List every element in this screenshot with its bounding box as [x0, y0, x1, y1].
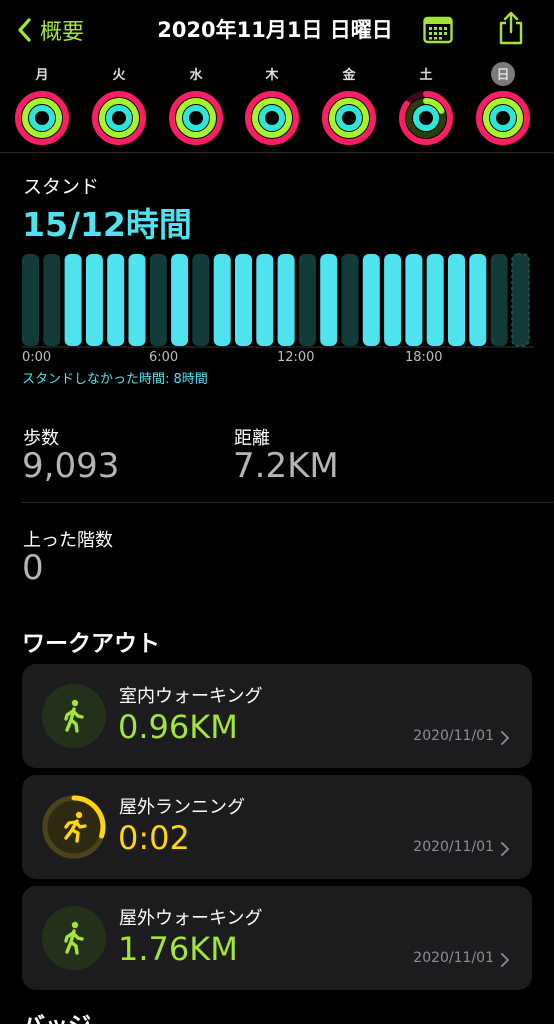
walking-icon: [42, 906, 106, 970]
stand-bar-hour-21: [469, 254, 487, 346]
activity-rings-icon: [245, 91, 299, 145]
stand-bar-hour-2: [64, 254, 82, 346]
day-5[interactable]: 土: [391, 60, 461, 152]
workout-value: 1.76KM: [118, 930, 238, 968]
day-label: 日: [496, 68, 510, 83]
stand-bar-hour-19: [426, 254, 444, 346]
stand-bar-hour-9: [213, 254, 231, 346]
axis-label-6: 6:00: [149, 350, 179, 365]
workout-name: 屋外ランニング: [119, 797, 245, 818]
axis-label-18: 18:00: [405, 350, 443, 365]
stand-bar-hour-14: [320, 254, 338, 346]
day-6[interactable]: 日: [468, 60, 538, 152]
workout-value: 0.96KM: [118, 708, 238, 746]
divider: [0, 152, 554, 153]
page-title: 2020年11月1日 日曜日: [157, 18, 393, 42]
stand-bar-hour-23-fill: [512, 254, 529, 346]
chevron-left-icon: [18, 18, 31, 42]
activity-rings-icon: [322, 91, 376, 145]
walking-icon: [42, 684, 106, 748]
workout-card[interactable]: 屋外ランニング 0:02 2020/11/01: [22, 775, 532, 879]
stand-bar-hour-0: [22, 254, 39, 346]
workout-name: 屋外ウォーキング: [119, 908, 263, 929]
activity-rings-icon: [399, 91, 453, 145]
steps-value: 9,093: [22, 446, 120, 486]
day-label: 金: [342, 68, 356, 83]
stand-bar-hour-5: [128, 254, 146, 346]
stand-bar-hour-12: [277, 254, 295, 346]
workout-date: 2020/11/01: [413, 950, 494, 966]
day-label: 月: [35, 68, 49, 83]
workouts-title: ワークアウト: [22, 631, 160, 657]
stand-bar-hour-11: [256, 254, 274, 346]
stand-bar-hour-6: [149, 254, 167, 346]
stand-bar-hour-4: [107, 254, 125, 346]
workout-value: 0:02: [118, 819, 190, 857]
activity-rings-icon: [92, 91, 146, 145]
day-1[interactable]: 火: [84, 60, 154, 152]
workout-name: 室内ウォーキング: [119, 686, 263, 707]
stand-bar-hour-22-fill: [490, 254, 508, 346]
floors-value: 0: [22, 548, 44, 588]
back-label: 概要: [40, 20, 85, 45]
workout-date: 2020/11/01: [413, 839, 494, 855]
activity-rings-icon: [169, 91, 223, 145]
share-icon[interactable]: [497, 10, 525, 46]
day-label: 土: [419, 68, 433, 83]
activity-rings-icon: [476, 91, 530, 145]
stand-label: スタンド: [23, 176, 100, 198]
stand-bar-hour-7: [171, 254, 189, 346]
stand-bar-hour-20: [448, 254, 465, 346]
axis-label-0: 0:00: [22, 350, 52, 365]
day-4[interactable]: 金: [314, 60, 384, 152]
day-label: 火: [112, 68, 126, 83]
week-selector: 月火水木金土日: [0, 60, 554, 152]
stand-bar-hour-10: [235, 254, 252, 346]
nav-header: 概要 2020年11月1日 日曜日: [0, 0, 554, 60]
stand-bar-hour-3: [85, 254, 103, 346]
stand-bar-hour-16: [362, 254, 380, 346]
chevron-right-icon: [501, 842, 510, 856]
chevron-right-icon: [501, 731, 510, 745]
workout-card[interactable]: 室内ウォーキング 0.96KM 2020/11/01: [22, 664, 532, 768]
stand-bar-hour-1: [43, 254, 61, 346]
stand-value: 15/12時間: [22, 205, 192, 244]
day-0[interactable]: 月: [7, 60, 77, 152]
day-label: 水: [189, 68, 203, 83]
activity-rings-icon: [15, 91, 69, 145]
running-icon: [42, 795, 106, 859]
distance-value: 7.2KM: [233, 446, 339, 486]
day-label: 木: [265, 68, 279, 83]
stand-bar-hour-18: [405, 254, 423, 346]
divider: [22, 502, 554, 503]
calendar-icon[interactable]: [423, 14, 453, 44]
no-stand-hours-text: スタンドしなかった時間: 8時間: [22, 372, 208, 387]
chevron-right-icon: [501, 953, 510, 967]
day-2[interactable]: 水: [161, 60, 231, 152]
stand-hours-chart: [22, 253, 534, 348]
badges-title: バッジ: [22, 1006, 91, 1024]
stand-bar-hour-17: [384, 254, 402, 346]
stand-bar-hour-8: [192, 254, 210, 346]
stand-bar-hour-13: [298, 254, 316, 346]
workout-card[interactable]: 屋外ウォーキング 1.76KM 2020/11/01: [22, 886, 532, 990]
day-3[interactable]: 木: [237, 60, 307, 152]
axis-label-12: 12:00: [277, 350, 315, 365]
stand-bar-hour-15: [341, 254, 359, 346]
workout-date: 2020/11/01: [413, 728, 494, 744]
back-button[interactable]: 概要: [14, 12, 84, 48]
